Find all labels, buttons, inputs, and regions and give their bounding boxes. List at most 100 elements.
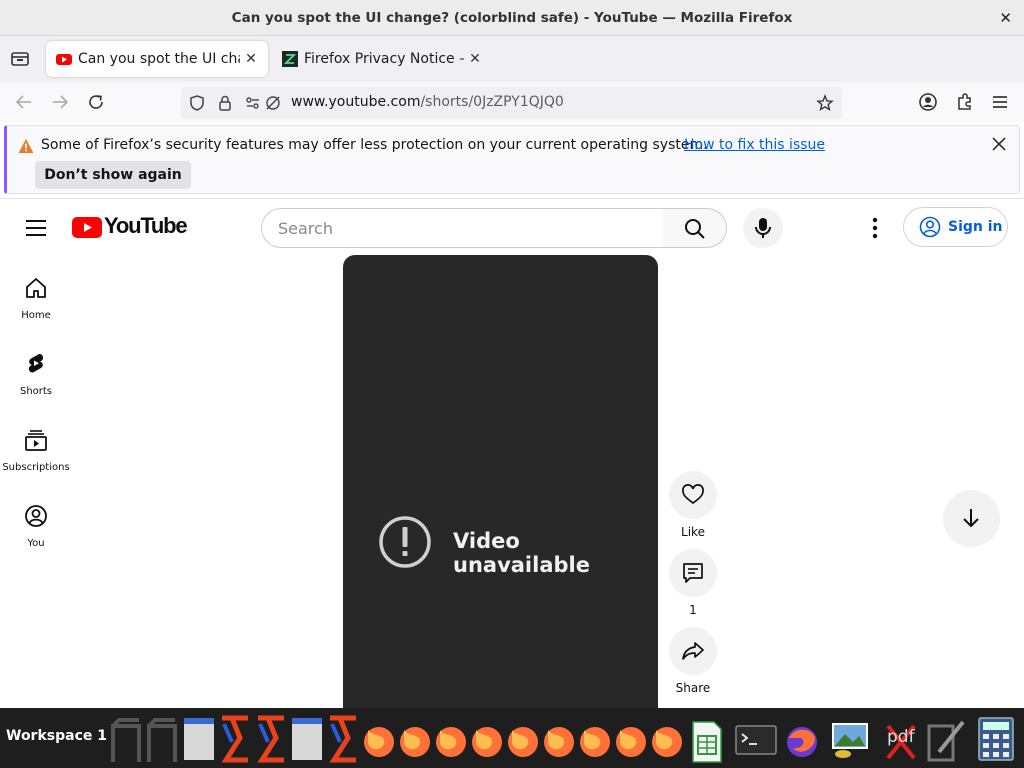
spreadsheet-app-icon[interactable] bbox=[690, 714, 724, 764]
search-icon bbox=[685, 219, 705, 239]
tab-label: Firefox Privacy Notice — Mozilla bbox=[304, 51, 464, 67]
voice-search-button[interactable] bbox=[743, 208, 783, 248]
terminal-icon[interactable] bbox=[735, 714, 777, 764]
youtube-logo-icon[interactable] bbox=[72, 217, 102, 238]
comment-icon bbox=[683, 563, 703, 583]
arrow-down-icon bbox=[963, 509, 979, 528]
window-close-button[interactable]: ✕ bbox=[999, 9, 1012, 27]
autoplay-blocked-icon[interactable] bbox=[264, 94, 282, 112]
youtube-wordmark[interactable]: YouTube bbox=[104, 213, 188, 239]
firefox-icon[interactable] bbox=[362, 714, 396, 764]
firefox-view-icon[interactable] bbox=[10, 50, 30, 68]
text-editor-icon[interactable] bbox=[925, 714, 969, 764]
firefox-icon[interactable] bbox=[578, 714, 612, 764]
you-icon bbox=[25, 505, 47, 527]
warning-icon bbox=[18, 139, 34, 153]
shorts-icon bbox=[28, 353, 44, 373]
calculator-icon[interactable] bbox=[976, 714, 1016, 764]
youtube-favicon-icon bbox=[56, 54, 72, 65]
url-path: /shorts/0JzZPY1QJQ0 bbox=[420, 94, 564, 110]
tab-close-button[interactable]: ✕ bbox=[468, 51, 482, 67]
dont-show-again-button[interactable]: Don’t show again bbox=[35, 161, 191, 189]
search-button[interactable] bbox=[663, 208, 727, 248]
like-action[interactable]: Like bbox=[669, 471, 719, 539]
sidebar-item-label: Shorts bbox=[19, 386, 53, 397]
sidebar-item-label: You bbox=[27, 538, 45, 549]
like-button[interactable] bbox=[669, 471, 717, 519]
tab-close-button[interactable]: ✕ bbox=[244, 51, 258, 67]
screen: Can you spot the UI change? (colorblind … bbox=[0, 0, 1024, 768]
sign-in-button[interactable]: Sign in bbox=[903, 207, 1008, 247]
document-window-icon[interactable] bbox=[182, 714, 216, 764]
shorts-player[interactable]: Video unavailable bbox=[343, 255, 658, 715]
comments-count: 1 bbox=[689, 603, 697, 617]
firefox-icon[interactable] bbox=[506, 714, 540, 764]
lock-icon[interactable] bbox=[216, 94, 234, 112]
firefox-icon[interactable] bbox=[614, 714, 648, 764]
search-box[interactable] bbox=[261, 208, 664, 248]
sidebar-item-label: Home bbox=[21, 310, 51, 321]
video-unavailable-message: Video unavailable bbox=[453, 529, 590, 577]
bookmark-star-icon[interactable] bbox=[816, 94, 834, 112]
firefox-icon[interactable] bbox=[542, 714, 576, 764]
guide-menu-icon[interactable] bbox=[26, 219, 46, 237]
workspace-label[interactable]: Workspace 1 bbox=[6, 728, 107, 744]
tab-strip: Can you spot the UI change? (colorblind … bbox=[0, 36, 1024, 106]
subscriptions-icon bbox=[25, 430, 47, 451]
security-notification-bar: Some of Firefox’s security features may … bbox=[4, 125, 1020, 194]
close-icon[interactable] bbox=[991, 136, 1007, 152]
firefox-icon[interactable] bbox=[398, 714, 432, 764]
pdf-app-label[interactable]: pdf bbox=[887, 727, 915, 747]
url-bar[interactable]: www.youtube.com/shorts/0JzZPY1QJQ0 bbox=[181, 87, 842, 119]
share-button[interactable] bbox=[669, 627, 717, 675]
back-arrow-icon[interactable] bbox=[14, 92, 34, 112]
window-title: Can you spot the UI change? (colorblind … bbox=[231, 9, 793, 26]
account-icon[interactable] bbox=[918, 92, 938, 112]
extensions-puzzle-icon[interactable] bbox=[955, 92, 975, 112]
permissions-icon[interactable] bbox=[244, 94, 262, 112]
firefox-icon[interactable] bbox=[650, 714, 684, 764]
image-viewer-icon[interactable] bbox=[829, 714, 871, 764]
terminal-app-icon[interactable] bbox=[254, 714, 288, 764]
share-action[interactable]: Share bbox=[669, 627, 719, 695]
comments-action[interactable]: 1 bbox=[669, 549, 719, 617]
comments-button[interactable] bbox=[669, 549, 717, 597]
terminal-app-icon[interactable] bbox=[326, 714, 360, 764]
home-icon bbox=[26, 278, 46, 298]
terminal-app-icon[interactable] bbox=[218, 714, 252, 764]
window-thumbnail-icon[interactable] bbox=[145, 714, 179, 764]
heart-icon bbox=[682, 484, 704, 505]
user-circle-icon bbox=[919, 216, 941, 238]
url-host: www.youtube.com bbox=[291, 94, 421, 110]
sidebar-item-you[interactable]: You bbox=[0, 484, 72, 556]
share-label: Share bbox=[675, 681, 711, 695]
tab-privacy-notice[interactable]: Firefox Privacy Notice — Mozilla ✕ bbox=[272, 41, 492, 77]
window-thumbnail-icon[interactable] bbox=[109, 714, 143, 764]
reload-icon[interactable] bbox=[86, 92, 106, 112]
firefox-icon[interactable] bbox=[785, 714, 819, 764]
mini-guide-sidebar: Home Shorts Subscriptions You bbox=[0, 256, 72, 708]
firefox-icon[interactable] bbox=[434, 714, 468, 764]
sidebar-item-label: Subscriptions bbox=[2, 462, 70, 473]
tab-label: Can you spot the UI change? (colorblind … bbox=[78, 51, 240, 67]
next-short-button[interactable] bbox=[943, 490, 1000, 547]
search-input[interactable] bbox=[262, 209, 663, 247]
sidebar-item-home[interactable]: Home bbox=[0, 256, 72, 328]
url-text[interactable]: www.youtube.com/shorts/0JzZPY1QJQ0 bbox=[291, 94, 564, 110]
tracking-protection-shield-icon[interactable] bbox=[188, 94, 206, 112]
sign-in-label: Sign in bbox=[948, 219, 1003, 235]
forward-arrow-icon[interactable] bbox=[50, 92, 70, 112]
share-icon bbox=[682, 642, 704, 660]
more-options-icon[interactable] bbox=[864, 216, 886, 240]
document-window-icon[interactable] bbox=[290, 714, 324, 764]
like-label: Like bbox=[681, 525, 705, 539]
how-to-fix-link[interactable]: How to fix this issue bbox=[684, 137, 825, 153]
youtube-masthead: YouTube Search Sign in bbox=[0, 198, 1024, 256]
sidebar-item-shorts[interactable]: Shorts bbox=[0, 332, 72, 404]
navigation-toolbar: www.youtube.com/shorts/0JzZPY1QJQ0 bbox=[0, 82, 1024, 122]
desktop-taskbar: Workspace 1 pdf bbox=[0, 708, 1024, 768]
tab-youtube[interactable]: Can you spot the UI change? (colorblind … bbox=[46, 41, 268, 77]
firefox-icon[interactable] bbox=[470, 714, 504, 764]
app-menu-icon[interactable] bbox=[990, 92, 1010, 112]
sidebar-item-subscriptions[interactable]: Subscriptions bbox=[0, 408, 72, 480]
